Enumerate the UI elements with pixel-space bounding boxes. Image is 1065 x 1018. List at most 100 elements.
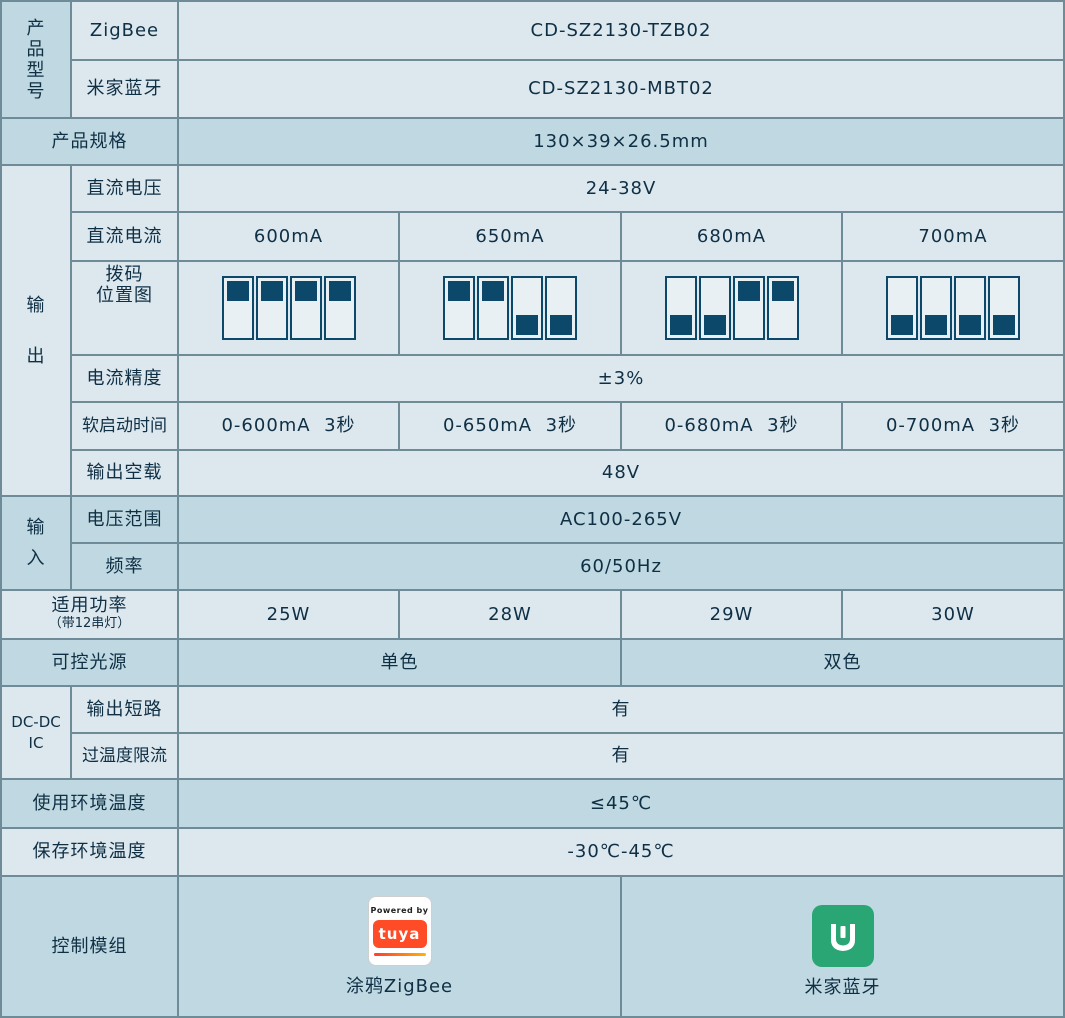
dcdc-label-line2: IC (28, 733, 44, 752)
dip-switch (920, 276, 952, 340)
dip-switch (766, 276, 799, 340)
soft-start-value: 0-650mA 3秒 (400, 403, 620, 449)
light-source-label: 可控光源 (2, 640, 177, 685)
dip-knob-up (260, 281, 283, 301)
dip-switch (511, 276, 543, 340)
bt-label: 米家蓝牙 (72, 61, 177, 117)
dip-knob-down (925, 315, 947, 335)
dip-switch (255, 276, 288, 340)
dip-switch (545, 276, 577, 340)
dc-voltage-value: 24-38V (179, 166, 1063, 211)
frequency-label: 频率 (72, 544, 177, 589)
power-label: 适用功率 （带12串灯） (2, 591, 177, 638)
light-source-mono: 单色 (179, 640, 620, 685)
precision-value: ±3% (179, 356, 1063, 401)
output-label-char1: 输 (26, 294, 46, 316)
precision-label: 电流精度 (72, 356, 177, 401)
mijia-logo-icon (811, 904, 874, 967)
dip-knob-down (959, 315, 981, 335)
spec-label: 产品规格 (2, 119, 177, 164)
dip-switch (886, 276, 918, 340)
power-value: 25W (179, 591, 398, 638)
dc-current-value: 700mA (843, 213, 1063, 260)
output-group-label: 输 出 (2, 166, 70, 495)
tuya-powered-text: Powered by (370, 905, 429, 915)
dip-label-line1: 拨码 (105, 264, 144, 285)
power-value: 29W (622, 591, 841, 638)
no-load-value: 48V (179, 451, 1063, 495)
frequency-value: 60/50Hz (179, 544, 1063, 589)
dip-knob-up (226, 281, 249, 301)
dc-current-value: 680mA (622, 213, 841, 260)
dip-label: 拨码 位置图 (72, 262, 177, 354)
tuya-zigbee-cell: Powered by tuya 涂鸦ZigBee (179, 877, 620, 1016)
env-temp-label: 使用环境温度 (2, 780, 177, 827)
model-label-char: 号 (26, 80, 46, 102)
dip-switch (323, 276, 356, 340)
dip-diagram (622, 262, 841, 354)
dc-current-value: 650mA (400, 213, 620, 260)
dc-current-label: 直流电流 (72, 213, 177, 260)
dip-knob-up (294, 281, 317, 301)
soft-start-label: 软启动时间 (72, 403, 177, 449)
spec-value: 130×39×26.5mm (179, 119, 1063, 164)
dip-switch (443, 276, 475, 340)
tuya-caption: 涂鸦ZigBee (345, 975, 454, 997)
dip-label-line2: 位置图 (96, 285, 153, 306)
tuya-color-bar (373, 952, 426, 956)
dip-switch (477, 276, 509, 340)
dip-knob-up (737, 281, 760, 301)
power-label-line1: 适用功率 (51, 594, 128, 616)
zigbee-model-value: CD-SZ2130-TZB02 (179, 2, 1063, 59)
dip-knob-up (328, 281, 351, 301)
dip-switch (732, 276, 765, 340)
dip-knob-down (669, 315, 692, 335)
dip-switch (221, 276, 254, 340)
model-group-label: 产品型号 (2, 2, 70, 117)
input-label-char2: 入 (26, 548, 46, 569)
dip-switch (954, 276, 986, 340)
soft-start-value: 0-700mA 3秒 (843, 403, 1063, 449)
zigbee-label: ZigBee (72, 2, 177, 59)
dip-switch (988, 276, 1020, 340)
over-temp-label: 过温度限流 (72, 734, 177, 778)
dip-knob-down (891, 315, 913, 335)
input-label-char1: 输 (26, 517, 46, 538)
model-label-char: 产 (26, 17, 46, 39)
mijia-caption: 米家蓝牙 (804, 976, 881, 998)
power-label-line2: （带12串灯） (48, 615, 131, 631)
tuya-logo: Powered by tuya (367, 895, 432, 966)
storage-temp-label: 保存环境温度 (2, 829, 177, 875)
power-value: 30W (843, 591, 1063, 638)
soft-start-value: 0-680mA 3秒 (622, 403, 841, 449)
dip-knob-down (516, 315, 538, 335)
dip-switch-group (221, 276, 356, 340)
control-label: 控制模组 (2, 877, 177, 1016)
tuya-brand-text: tuya (372, 919, 427, 948)
no-load-label: 输出空载 (72, 451, 177, 495)
model-label-char: 品 (26, 38, 46, 60)
dip-knob-down (703, 315, 726, 335)
voltage-range-value: AC100-265V (179, 497, 1063, 542)
dip-knob-up (482, 281, 504, 301)
dip-switch-group (443, 276, 577, 340)
voltage-range-label: 电压范围 (72, 497, 177, 542)
short-circuit-label: 输出短路 (72, 687, 177, 732)
dc-current-value: 600mA (179, 213, 398, 260)
env-temp-value: ≤45℃ (179, 780, 1063, 827)
dc-voltage-label: 直流电压 (72, 166, 177, 211)
input-group-label: 输 入 (2, 497, 70, 589)
dip-switch-group (886, 276, 1020, 340)
dip-knob-down (993, 315, 1015, 335)
over-temp-value: 有 (179, 734, 1063, 778)
dip-knob-up (771, 281, 794, 301)
output-label-char2: 出 (26, 345, 46, 367)
model-label-char: 型 (26, 59, 46, 81)
dcdc-group-label: DC-DC IC (2, 687, 70, 778)
bt-model-value: CD-SZ2130-MBT02 (179, 61, 1063, 117)
spec-table: 产品型号 ZigBee CD-SZ2130-TZB02 米家蓝牙 CD-SZ21… (0, 0, 1065, 1018)
power-value: 28W (400, 591, 620, 638)
dip-knob-down (550, 315, 572, 335)
dip-knob-up (448, 281, 470, 301)
mijia-face-icon (830, 923, 855, 951)
